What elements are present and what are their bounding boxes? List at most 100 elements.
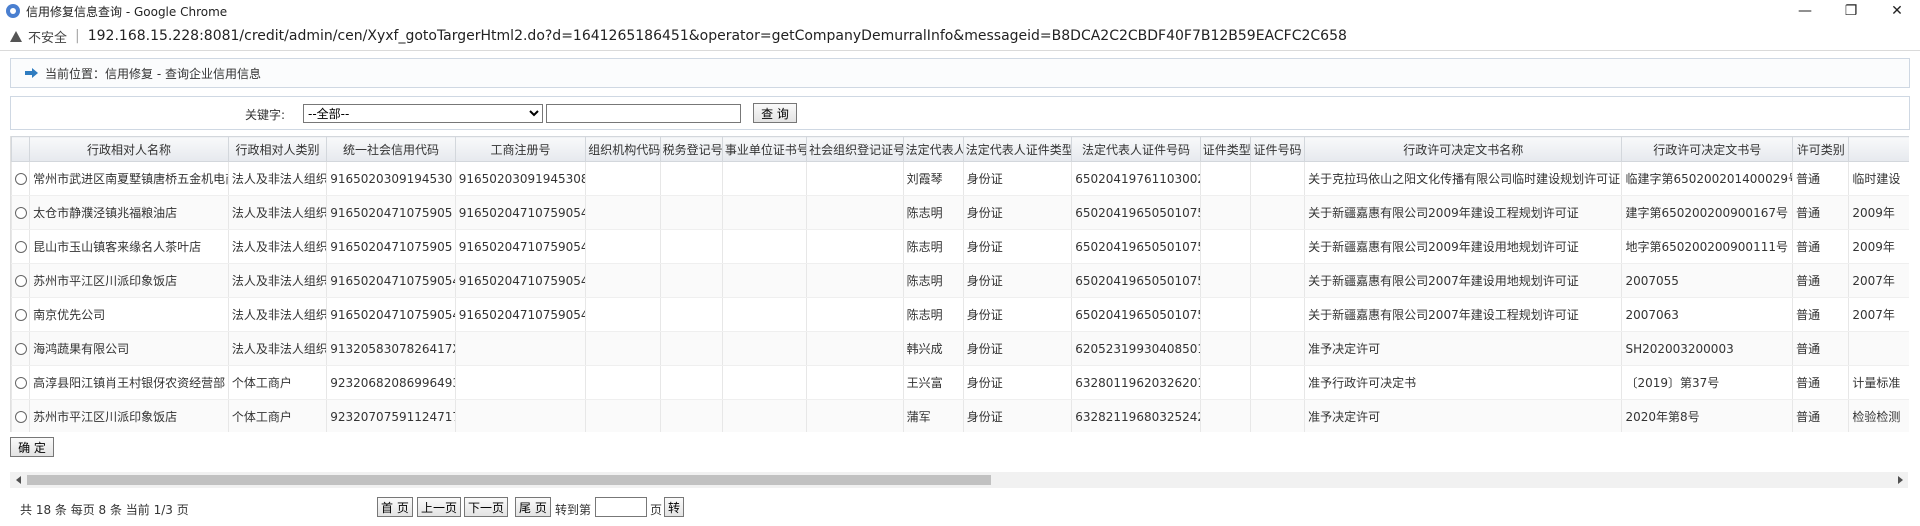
table-cell: [659, 365, 723, 400]
table-cell: 临建字第6502002014000​29号: [1621, 161, 1794, 196]
table-cell: [1199, 263, 1251, 298]
table-cell: [806, 161, 904, 196]
column-header: 许可类别: [1792, 136, 1850, 162]
triangle-right-icon: [1897, 476, 1903, 484]
restore-icon[interactable]: ❐: [1828, 0, 1874, 22]
minimize-icon[interactable]: —: [1782, 0, 1828, 22]
table-cell: 91650204710759054H: [454, 229, 587, 264]
page-unit-label: 页: [650, 503, 663, 517]
table-cell: [585, 297, 661, 332]
table-cell: [721, 229, 808, 264]
table-cell: 普通: [1792, 399, 1850, 432]
scroll-left-button[interactable]: [10, 472, 26, 488]
table-cell: 9132058307826417X8: [326, 331, 456, 366]
table-cell: 9165020471075905: [326, 195, 456, 230]
table-cell: [1199, 195, 1251, 230]
row-radio-button[interactable]: [14, 343, 27, 355]
row-radio-button[interactable]: [14, 377, 27, 389]
last-page-button[interactable]: 尾 页: [515, 497, 551, 517]
table-row[interactable]: 常州市武进区南夏墅镇唐桥五金机电商店 法人及非法人组织 91650203091945…: [11, 161, 1909, 196]
prev-page-button[interactable]: 上一页: [417, 497, 462, 517]
table-cell: [806, 399, 904, 432]
table-row[interactable]: 海鸿蔬果有限公司 法人及非法人组织 9132058307826417X8 韩兴成 身份证…: [11, 331, 1909, 366]
table-cell: [721, 399, 808, 432]
table-cell: [1199, 399, 1251, 432]
column-header: 证件号码: [1249, 136, 1306, 162]
scroll-right-button[interactable]: [1892, 472, 1908, 488]
table-row[interactable]: 苏州市平江区川派印象饭店 个体工商户 92320707591124717​5 蒲军 身份…: [11, 399, 1909, 432]
search-bar: 关键字: --全部-- 查 询: [10, 96, 1910, 130]
table-cell: 身份证: [962, 331, 1073, 366]
table-cell: 法人及非法人组织: [227, 229, 328, 264]
table-cell: [585, 263, 661, 298]
table-cell: [659, 297, 723, 332]
table-cell: [1199, 161, 1251, 196]
table-cell: 91650204710759054H: [326, 263, 456, 298]
row-select-cell: [11, 195, 31, 230]
table-cell: [1199, 229, 1251, 264]
table-cell: 650204196505010752: [1071, 297, 1201, 332]
row-radio-button[interactable]: [14, 241, 27, 253]
column-header: 工商注册号: [454, 136, 587, 162]
table-cell: 常州市武进区南夏墅镇唐桥五金机电商店: [29, 161, 229, 196]
table-row[interactable]: 太仓市静濮泾镇兆福粮油店 法人及非法人组织 9165020471075905 9165…: [11, 195, 1909, 230]
address-bar[interactable]: 不安全 | 192.168.15.228:8081/credit/admin/c…: [0, 22, 1920, 51]
table-cell: 昆山市玉山镇客来缘名人茶叶店: [29, 229, 229, 264]
close-icon[interactable]: ✕: [1874, 0, 1920, 22]
table-cell: 法人及非法人组织: [227, 263, 328, 298]
table-cell: 身份证: [962, 195, 1073, 230]
table-cell: 法人及非法人组织: [227, 297, 328, 332]
horizontal-scrollbar[interactable]: [10, 472, 1908, 488]
table-cell: 准予决定许可: [1304, 331, 1623, 366]
keyword-label: 关键字:: [245, 108, 286, 122]
query-button[interactable]: 查 询: [753, 103, 797, 123]
table-cell: 2009年: [1848, 229, 1909, 264]
table-cell: [659, 331, 723, 366]
row-radio-button[interactable]: [14, 275, 27, 287]
table-cell: 刘霞琴: [902, 161, 964, 196]
table-cell: 普通: [1792, 161, 1850, 196]
security-label[interactable]: 不安全: [28, 27, 67, 46]
table-row[interactable]: 苏州市平江区川派印象饭店 法人及非法人组织 91650204710759054H 91…: [11, 263, 1909, 298]
column-header: 证件类型: [1199, 136, 1251, 162]
column-header: 统一社会信用代码: [326, 136, 456, 162]
table-cell: 2007年: [1848, 263, 1909, 298]
results-table-container[interactable]: 行政相对人名称 行政相对人类别 统一社会信用代码 工商注册号 组织机构代码 税务登记号 事业…: [10, 136, 1909, 432]
keyword-category-select[interactable]: --全部--: [303, 104, 543, 123]
table-cell: SH202003200003: [1621, 331, 1794, 366]
url-text[interactable]: 192.168.15.228:8081/credit/admin/cen/Xyx…: [88, 28, 1347, 44]
table-cell: [659, 263, 723, 298]
table-row[interactable]: 南京优先公司 法人及非法人组织 91650204710759054H 91650204…: [11, 297, 1909, 332]
table-cell: 普通: [1792, 229, 1850, 264]
table-cell: 2007055: [1621, 263, 1794, 298]
next-page-button[interactable]: 下一页: [464, 497, 509, 517]
first-page-button[interactable]: 首 页: [377, 497, 413, 517]
table-cell: [1249, 263, 1306, 298]
column-header: 税务登记号: [659, 136, 723, 162]
table-row[interactable]: 昆山市玉山镇客来缘名人茶叶店 法人及非法人组织 9165020471075905 91…: [11, 229, 1909, 264]
table-cell: [721, 161, 808, 196]
page-number-input[interactable]: [595, 497, 647, 517]
keyword-input[interactable]: [546, 104, 741, 123]
table-cell: 普通: [1792, 331, 1850, 366]
column-header: 社会组织登记证号: [806, 136, 904, 162]
scrollbar-thumb[interactable]: [27, 475, 991, 485]
row-radio-button[interactable]: [14, 309, 27, 321]
table-cell: 916502030919453083: [454, 161, 587, 196]
confirm-button[interactable]: 确 定: [10, 437, 54, 457]
table-cell: 法人及非法人组织: [227, 331, 328, 366]
table-cell: [454, 331, 587, 366]
row-radio-button[interactable]: [14, 411, 27, 423]
column-header: 许可内容: [1848, 136, 1909, 162]
table-cell: [721, 331, 808, 366]
table-cell: [1249, 365, 1306, 400]
table-cell: 632821196803252423: [1071, 399, 1201, 432]
table-cell: 650204196505010752: [1071, 263, 1201, 298]
go-button[interactable]: 转: [664, 497, 685, 517]
column-header: 行政许可决定文书名称: [1304, 136, 1623, 162]
table-cell: 法人及非法人组织: [227, 195, 328, 230]
row-radio-button[interactable]: [14, 173, 27, 185]
table-row[interactable]: 高淳县阳江镇肖王村银伢农资经营部 个体工商户 92320682086996493U 王…: [11, 365, 1909, 400]
table-cell: 92320707591124717​5: [326, 399, 456, 432]
row-radio-button[interactable]: [14, 207, 27, 219]
